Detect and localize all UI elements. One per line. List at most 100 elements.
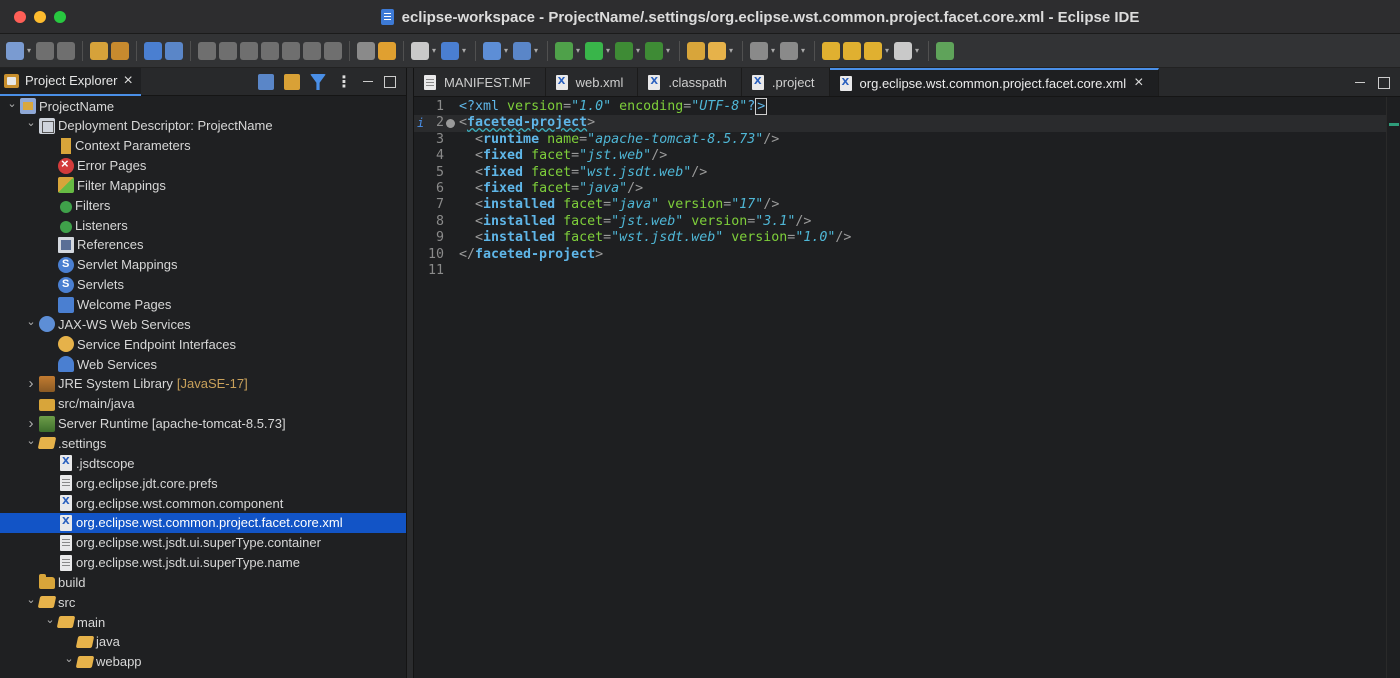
tree-item[interactable]: ⌄ ProjectName [0,96,406,116]
tree-item[interactable]: › Server Runtime [apache-tomcat-8.5.73] [0,414,406,434]
chevron-down-icon[interactable]: ⌄ [63,649,75,669]
tree-item[interactable]: ⌄ Deployment Descriptor: ProjectName [0,116,406,136]
last-edit-icon[interactable] [822,41,840,60]
disconnect-icon[interactable] [261,41,279,60]
web-browser-icon[interactable] [483,41,501,60]
tree-item[interactable]: Listeners [0,215,406,235]
chevron-down-icon[interactable]: ⌄ [44,609,56,629]
chevron-down-icon[interactable]: ⌄ [25,311,37,331]
chevron-down-icon[interactable]: ▾ [432,42,438,60]
chevron-down-icon[interactable]: ▾ [885,42,891,60]
project-explorer-tab[interactable]: Project Explorer × [0,67,141,96]
code-line[interactable]: 8 <installed facet="jst.web" version="3.… [414,214,1386,230]
tree-item[interactable]: build [0,572,406,592]
code-line[interactable]: 9 <installed facet="wst.jsdt.web" versio… [414,230,1386,246]
tree-item[interactable]: Filter Mappings [0,175,406,195]
launch-icon[interactable] [513,41,531,60]
step-return-icon[interactable] [324,41,342,60]
terminal-icon[interactable] [144,41,162,60]
tree-item[interactable]: ⌄ .settings [0,433,406,453]
tree-item[interactable]: ⌄ webapp [0,652,406,672]
chevron-down-icon[interactable]: ▾ [606,42,612,60]
tree-item[interactable]: org.eclipse.wst.jsdt.ui.superType.contai… [0,533,406,553]
tree-item[interactable]: › JRE System Library [JavaSE-17] [0,374,406,394]
build-icon[interactable] [90,41,108,60]
code-line[interactable]: i 2 <faceted-project> [414,115,1386,132]
tree-item[interactable]: Filters [0,195,406,215]
editor-tab[interactable]: .classpath [638,68,742,96]
new-server-icon[interactable] [411,41,429,60]
coverage-icon[interactable] [615,41,633,60]
chevron-down-icon[interactable]: ▾ [771,42,777,60]
overview-ruler[interactable] [1386,97,1400,678]
maximize-view-icon[interactable] [384,76,396,88]
code-line[interactable]: 11 [414,263,1386,279]
new-icon[interactable] [6,41,24,60]
chevron-down-icon[interactable]: ▾ [534,42,540,60]
debug-icon[interactable] [555,41,573,60]
forward-history-icon[interactable] [843,41,861,60]
chevron-right-icon[interactable]: › [25,374,37,394]
chevron-down-icon[interactable]: ▾ [801,42,807,60]
tree-item[interactable]: ⌄ main [0,612,406,632]
code-editor[interactable]: 1 <?xml version="1.0" encoding="UTF-8"? > i… [414,97,1400,678]
chevron-down-icon[interactable]: ▾ [462,42,468,60]
code-line[interactable]: 6 <fixed facet="java"/> [414,181,1386,197]
back-icon[interactable] [864,41,882,60]
tree-item[interactable]: org.eclipse.wst.jsdt.ui.superType.name [0,553,406,573]
view-menu-icon[interactable]: ⋮ [336,72,352,92]
chevron-down-icon[interactable]: ▾ [636,42,642,60]
new-servlet-icon[interactable] [441,41,459,60]
tree-item[interactable]: Welcome Pages [0,295,406,315]
editor-tab[interactable]: .project [742,68,830,96]
step-over-icon[interactable] [303,41,321,60]
chevron-down-icon[interactable]: ▾ [576,42,582,60]
maximize-editor-icon[interactable] [1378,76,1390,89]
code-line[interactable]: 10 </faceted-project> [414,247,1386,263]
ruler-marker[interactable] [1389,123,1399,126]
tree-item[interactable]: org.eclipse.wst.common.project.facet.cor… [0,512,406,533]
collapse-all-icon[interactable] [258,74,274,90]
toggle-breakpoint-icon[interactable] [357,41,375,60]
tree-item[interactable]: Context Parameters [0,136,406,156]
open-type-icon[interactable] [111,41,129,60]
chevron-down-icon[interactable]: ▾ [27,42,33,60]
tree-item[interactable]: References [0,235,406,255]
chevron-down-icon[interactable]: ▾ [915,42,921,60]
tree-item[interactable]: org.eclipse.jdt.core.prefs [0,473,406,493]
tree-item[interactable]: Servlet Mappings [0,255,406,275]
next-annotation-icon[interactable] [750,41,768,60]
perspective-icon[interactable] [936,41,954,60]
tree-item[interactable]: org.eclipse.wst.common.component [0,493,406,513]
chevron-down-icon[interactable]: ▾ [504,42,510,60]
save-icon[interactable] [36,41,54,60]
tree-item[interactable]: ⌄ src [0,592,406,612]
tree-item[interactable]: java [0,632,406,652]
minimize-view-icon[interactable] [362,76,374,88]
resume-icon[interactable] [198,41,216,60]
minimize-editor-icon[interactable] [1354,77,1366,89]
step-into-icon[interactable] [282,41,300,60]
filter-icon[interactable] [310,74,326,90]
chevron-down-icon[interactable]: ⌄ [25,589,37,609]
forward-icon[interactable] [894,41,912,60]
run-icon[interactable] [585,41,603,60]
chevron-down-icon[interactable]: ⌄ [25,113,37,133]
search-icon[interactable] [165,41,183,60]
tree-item[interactable]: Service Endpoint Interfaces [0,334,406,354]
tree-item[interactable]: .jsdtscope [0,453,406,473]
chevron-down-icon[interactable]: ▾ [729,42,735,60]
suspend-icon[interactable] [219,41,237,60]
code-line[interactable]: 1 <?xml version="1.0" encoding="UTF-8"? > [414,98,1386,115]
tree-item[interactable]: ⌄ JAX-WS Web Services [0,314,406,334]
tree-item[interactable]: Error Pages [0,156,406,176]
chevron-down-icon[interactable]: ⌄ [6,96,18,113]
panel-sash[interactable] [406,68,414,678]
code-line[interactable]: 4 <fixed facet="jst.web"/> [414,148,1386,164]
code-line[interactable]: 5 <fixed facet="wst.jsdt.web"/> [414,165,1386,181]
save-all-icon[interactable] [57,41,75,60]
chevron-down-icon[interactable]: ⌄ [25,430,37,450]
annotation-icon[interactable] [708,41,726,60]
editor-tab[interactable]: MANIFEST.MF [414,68,546,96]
close-icon[interactable]: × [123,72,132,89]
